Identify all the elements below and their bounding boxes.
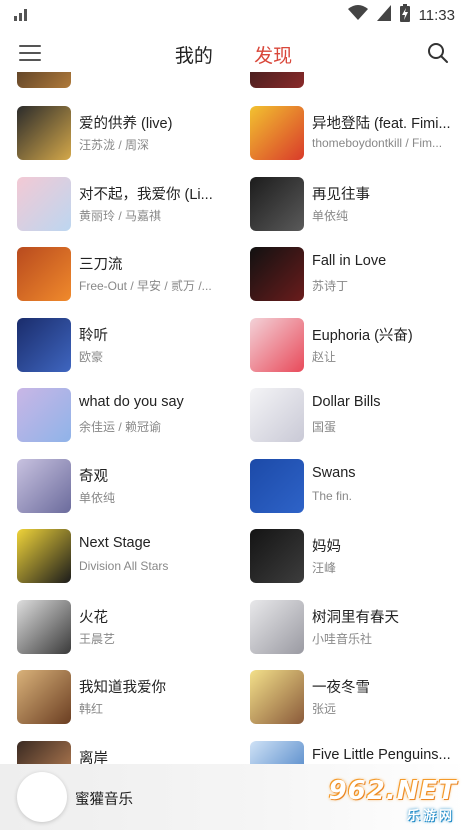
song-artist: 单依纯 xyxy=(312,208,349,223)
song-artist: 汪峰 xyxy=(312,561,337,575)
song-title: what do you say xyxy=(79,394,184,410)
song-artist: 张远 xyxy=(312,702,337,716)
top-tabs: 我的 发现 xyxy=(0,41,467,68)
song-card[interactable]: 妈妈 汪峰 xyxy=(250,529,465,585)
watermark-number: 962.NET xyxy=(328,776,457,806)
song-title: Five Little Penguins... xyxy=(312,746,451,763)
song-artist: Free-Out / 早安 / 贰万 /... xyxy=(79,279,212,293)
song-card[interactable]: 对不起，我爱你 (Li... 黄丽玲 / 马嘉祺 xyxy=(17,176,232,233)
song-grid: 爱的供养 (live) 汪苏泷 / 周深对不起，我爱你 (Li... 黄丽玲 / 马… xyxy=(0,72,467,772)
song-artist: 小哇音乐社 xyxy=(312,631,373,646)
song-title: Dollar Bills xyxy=(312,394,381,410)
song-title: 对不起，我爱你 (Li... xyxy=(79,186,213,203)
song-card[interactable]: 一夜冬雪 张远 xyxy=(250,670,465,726)
wifi-icon xyxy=(347,5,368,26)
song-card[interactable]: Dollar Bills 国蛋 xyxy=(250,388,465,444)
album-cover[interactable] xyxy=(17,388,71,442)
song-title: 聆听 xyxy=(79,327,108,344)
song-artist: 欧豪 xyxy=(79,349,104,364)
song-card[interactable]: 奇观 单依纯 xyxy=(17,458,232,515)
song-artist: 苏诗丁 xyxy=(312,279,349,293)
song-title: 妈妈 xyxy=(312,539,341,555)
album-cover[interactable] xyxy=(250,72,304,88)
album-cover[interactable] xyxy=(250,529,304,583)
song-title: 三刀流 xyxy=(79,257,123,273)
song-title: 再见往事 xyxy=(312,186,370,203)
album-cover[interactable] xyxy=(17,72,71,88)
search-icon[interactable] xyxy=(427,42,449,64)
cellular-icon xyxy=(376,5,391,26)
song-artist: thomeboydontkill / Fim... xyxy=(312,136,443,150)
album-cover[interactable] xyxy=(250,599,304,654)
song-title: 异地登陆 (feat. Fimi... xyxy=(312,116,451,132)
album-cover[interactable] xyxy=(250,388,304,442)
song-artist: 汪苏泷 / 周深 xyxy=(79,138,150,152)
song-artist: The fin. xyxy=(312,488,353,503)
player-title: 蜜獾音乐 xyxy=(75,792,133,808)
album-cover[interactable] xyxy=(17,458,71,513)
song-card[interactable]: 三刀流 Free-Out / 早安 / 贰万 /... xyxy=(17,247,232,303)
song-card[interactable]: 爱的供养 (live) 汪苏泷 / 周深 xyxy=(17,106,232,162)
album-cover[interactable] xyxy=(17,317,71,372)
album-cover[interactable] xyxy=(250,176,304,231)
song-title: 我知道我爱你 xyxy=(79,680,166,696)
album-cover[interactable] xyxy=(17,670,71,724)
song-card[interactable]: 我知道我爱你 韩红 xyxy=(17,670,232,726)
song-artist: Division All Stars xyxy=(79,559,169,573)
song-title: 树洞里有春天 xyxy=(312,609,399,626)
album-cover[interactable] xyxy=(17,247,71,301)
song-card[interactable]: 再见往事 单依纯 xyxy=(250,176,465,233)
song-title: 火花 xyxy=(79,609,108,626)
album-cover[interactable] xyxy=(250,247,304,301)
song-title: 爱的供养 (live) xyxy=(79,116,173,132)
signal-bars-icon xyxy=(14,8,28,26)
song-card[interactable]: Swans The fin. xyxy=(250,458,465,515)
battery-charging-icon xyxy=(399,4,410,27)
song-artist: 国蛋 xyxy=(312,420,337,434)
player-cover[interactable] xyxy=(17,772,67,822)
song-card[interactable]: 聆听 欧豪 xyxy=(17,317,232,374)
album-cover[interactable] xyxy=(17,106,71,160)
song-artist: 单依纯 xyxy=(79,490,116,505)
song-title: Fall in Love xyxy=(312,253,387,269)
album-cover[interactable] xyxy=(250,317,304,372)
song-artist: 赵让 xyxy=(312,349,337,364)
song-title: Next Stage xyxy=(79,535,151,551)
site-watermark-logo: 962.NET 乐游网 xyxy=(329,776,461,824)
song-title: Swans xyxy=(312,464,356,481)
song-artist: 王晨艺 xyxy=(79,631,116,646)
song-artist: 韩红 xyxy=(79,702,104,716)
song-title: 奇观 xyxy=(79,468,108,485)
song-card[interactable]: 火花 王晨艺 xyxy=(17,599,232,656)
song-card[interactable]: 异地登陆 (feat. Fimi... thomeboydontkill / Fi… xyxy=(250,106,465,162)
song-title: Euphoria (兴奋) xyxy=(312,327,413,344)
song-card[interactable]: Next Stage Division All Stars xyxy=(17,529,232,585)
album-cover[interactable] xyxy=(17,176,71,231)
album-cover[interactable] xyxy=(250,670,304,724)
song-artist: 黄丽玲 / 马嘉祺 xyxy=(79,208,162,223)
tab-discover[interactable]: 发现 xyxy=(254,41,292,68)
song-card[interactable]: Euphoria (兴奋) 赵让 xyxy=(250,317,465,374)
song-card[interactable]: Fall in Love 苏诗丁 xyxy=(250,247,465,303)
song-artist: 余佳运 / 赖冠谕 xyxy=(79,420,162,434)
status-bar: 11:33 xyxy=(0,0,467,28)
album-cover[interactable] xyxy=(250,106,304,160)
album-cover[interactable] xyxy=(250,458,304,513)
album-cover[interactable] xyxy=(17,529,71,583)
song-card[interactable]: 树洞里有春天 小哇音乐社 xyxy=(250,599,465,656)
tab-mine[interactable]: 我的 xyxy=(175,41,213,68)
song-card[interactable]: what do you say 余佳运 / 赖冠谕 xyxy=(17,388,232,444)
song-title: 一夜冬雪 xyxy=(312,680,370,696)
status-time: 11:33 xyxy=(418,7,455,24)
watermark-subtitle: 乐游网 xyxy=(406,808,455,823)
album-cover[interactable] xyxy=(17,599,71,654)
